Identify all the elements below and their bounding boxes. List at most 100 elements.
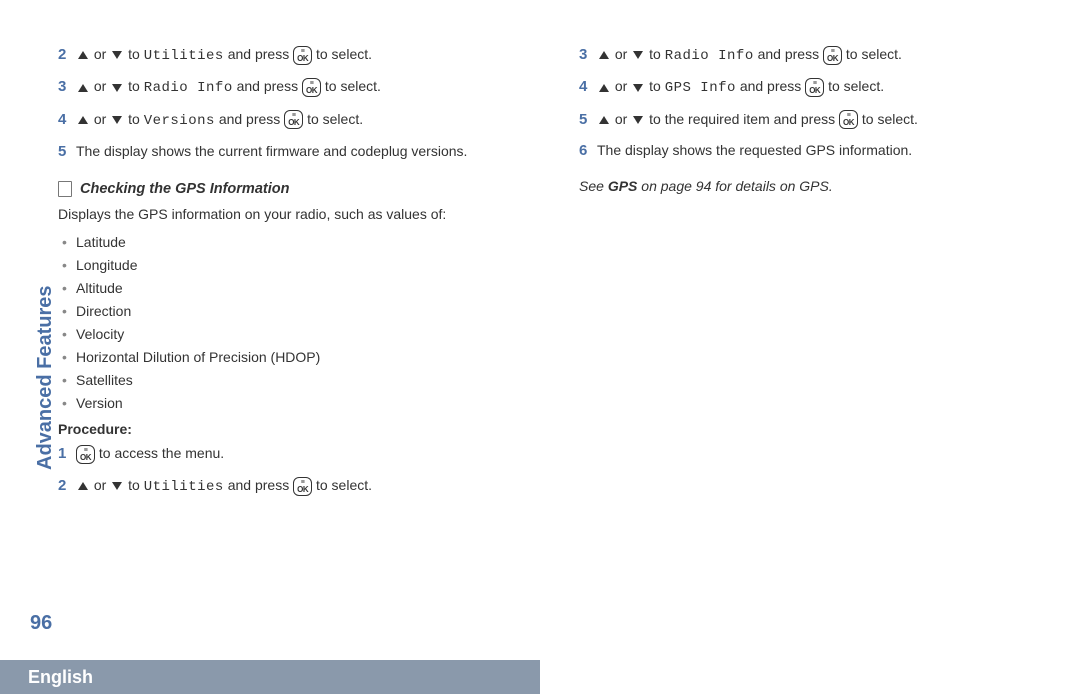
step-number: 3 [58,76,76,98]
footnote: See GPS on page 94 for details on GPS. [579,178,1060,194]
step-body: The display shows the current firmware a… [76,141,539,161]
text-to-select: to select. [325,78,381,94]
book-icon [58,181,72,197]
text-and-press: and press [228,46,289,62]
up-arrow-icon [78,482,88,490]
footnote-bold: GPS [608,178,638,194]
r-step-6: 6 The display shows the requested GPS in… [579,140,1060,162]
r-step-5: 5 or to the required item and press ≡OK … [579,109,1060,131]
footnote-post: on page 94 for details on GPS. [637,178,832,194]
step-body: or to Radio Info and press ≡OK to select… [597,44,1060,66]
step-number: 6 [579,140,597,162]
down-arrow-icon [633,51,643,59]
footnote-pre: See [579,178,608,194]
ok-button-icon: ≡OK [805,78,824,97]
step-number: 2 [58,475,76,497]
menu-utilities: Utilities [144,48,224,64]
intro-text: Displays the GPS information on your rad… [58,205,539,225]
text-to-select: to select. [862,111,918,127]
list-item: Altitude [62,280,539,296]
step-4: 4 or to Versions and press ≡OK to select… [58,109,539,131]
ok-button-icon: ≡OK [839,110,858,129]
page-number: 96 [30,612,52,635]
text-or: or [94,111,106,127]
r-step-4: 4 or to GPS Info and press ≡OK to select… [579,76,1060,98]
menu-radio-info: Radio Info [665,48,754,64]
left-column: 2 or to Utilities and press ≡OK to selec… [58,38,539,636]
step-body: or to Utilities and press ≡OK to select. [76,475,539,497]
step-body: or to Radio Info and press ≡OK to select… [76,76,539,98]
up-arrow-icon [599,116,609,124]
text-or: or [615,46,627,62]
step-3: 3 or to Radio Info and press ≡OK to sele… [58,76,539,98]
text-to: to [128,78,140,94]
text-to: to [128,111,140,127]
up-arrow-icon [78,84,88,92]
text-or: or [615,78,627,94]
text-to: to [128,46,140,62]
up-arrow-icon [78,116,88,124]
down-arrow-icon [633,84,643,92]
text-to-select: to select. [316,477,372,493]
down-arrow-icon [112,482,122,490]
ok-button-icon: ≡OK [76,445,95,464]
language-bar: English [0,660,540,694]
ok-button-icon: ≡OK [823,46,842,65]
step-number: 1 [58,443,76,465]
down-arrow-icon [112,84,122,92]
down-arrow-icon [112,51,122,59]
text-to: to [649,78,661,94]
text-and-press: and press [228,477,289,493]
right-column: 3 or to Radio Info and press ≡OK to sele… [579,38,1060,636]
down-arrow-icon [633,116,643,124]
text-to-select: to select. [846,46,902,62]
text-and-press: and press [237,78,298,94]
text-to: to [128,477,140,493]
text-or: or [94,477,106,493]
procedure-label: Procedure: [58,421,539,437]
step-body: The display shows the requested GPS info… [597,140,1060,160]
step-body: or to the required item and press ≡OK to… [597,109,1060,130]
step-body: ≡OK to access the menu. [76,443,539,464]
step-2: 2 or to Utilities and press ≡OK to selec… [58,44,539,66]
step-body: or to Utilities and press ≡OK to select. [76,44,539,66]
text-to-select: to select. [316,46,372,62]
step-body: or to GPS Info and press ≡OK to select. [597,76,1060,98]
list-item: Velocity [62,326,539,342]
gps-list: Latitude Longitude Altitude Direction Ve… [62,234,539,411]
step-number: 4 [58,109,76,131]
proc-step-1: 1 ≡OK to access the menu. [58,443,539,465]
step-number: 4 [579,76,597,98]
page: Advanced Features 96 English 2 or to Uti… [0,0,1080,698]
menu-versions: Versions [144,113,215,129]
list-item: Direction [62,303,539,319]
step-5: 5 The display shows the current firmware… [58,141,539,163]
ok-button-icon: ≡OK [293,477,312,496]
up-arrow-icon [599,84,609,92]
list-item: Satellites [62,372,539,388]
text-and-press: and press [740,78,801,94]
step-number: 3 [579,44,597,66]
step-number: 5 [579,109,597,131]
text-or: or [94,46,106,62]
text-to: to [649,46,661,62]
menu-radio-info: Radio Info [144,80,233,96]
step-body: or to Versions and press ≡OK to select. [76,109,539,131]
menu-gps-info: GPS Info [665,80,736,96]
up-arrow-icon [78,51,88,59]
text-or: or [94,78,106,94]
text-to-select: to select. [307,111,363,127]
text-or: or [615,111,627,127]
ok-button-icon: ≡OK [293,46,312,65]
list-item: Version [62,395,539,411]
content-columns: 2 or to Utilities and press ≡OK to selec… [58,38,1060,636]
menu-utilities: Utilities [144,479,224,495]
text-and-press: and press [219,111,280,127]
list-item: Latitude [62,234,539,250]
list-item: Longitude [62,257,539,273]
r-step-3: 3 or to Radio Info and press ≡OK to sele… [579,44,1060,66]
text-and-press: and press [758,46,819,62]
section-heading: Checking the GPS Information [58,181,539,197]
up-arrow-icon [599,51,609,59]
ok-button-icon: ≡OK [302,78,321,97]
